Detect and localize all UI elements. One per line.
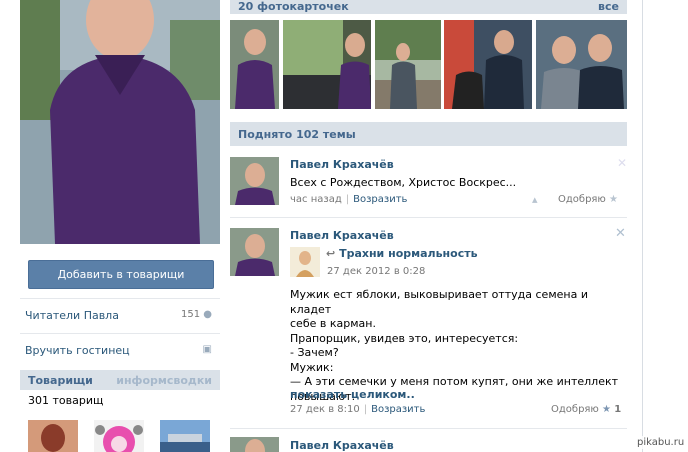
friend-thumb-1[interactable] [28,420,78,452]
post-body: Мужик ест яблоки, выковыривает оттуда се… [290,288,620,404]
profile-photo[interactable] [20,0,220,244]
readers-row[interactable]: Читатели Павла 151 ● [20,298,220,333]
post-meta: 27 дек в 8:10 | Возразить [290,404,426,415]
post-line: - Зачем? [290,346,339,359]
post-line: Мужик ест яблоки, выковыривает оттуда се… [290,288,588,316]
scroll-edge [642,0,643,452]
people-icon: ● [203,309,212,320]
post-time[interactable]: час назад [290,194,342,205]
gift-label: Вручить гостинец [25,344,130,357]
post-line: Прапорщик, увидев это, интересуется: [290,331,519,345]
close-icon[interactable]: ✕ [615,226,626,241]
photos-title[interactable]: 20 фотокарточек [238,0,349,13]
post-text: Всех с Рождеством, Христос Воскрес... [290,176,517,189]
post-time[interactable]: 27 дек в 8:10 [290,404,360,415]
post-line: себе в карман. [290,317,376,330]
post-line: Мужик: [290,360,334,374]
post-author[interactable]: Павел Крахачёв [290,158,394,171]
post-author[interactable]: Павел Крахачёв [290,229,394,242]
post-meta: час назад | Возразить [290,194,408,205]
share-icon[interactable]: ▴ [532,193,538,206]
post-author[interactable]: Павел Крахачёв [290,439,394,452]
heart-icon: ★ [609,194,619,205]
photo-thumb-5[interactable] [536,20,627,109]
topics-title[interactable]: Поднято 102 темы [238,128,356,141]
heart-icon: ★ [602,404,612,415]
post-avatar[interactable] [230,228,279,276]
like-button[interactable]: Одобряю ★ [558,194,618,205]
gift-icon: ▣ [202,344,212,355]
photo-thumb-4[interactable] [444,20,532,109]
photo-thumb-2[interactable] [283,20,371,109]
repost-date[interactable]: 27 дек 2012 в 0:28 [327,266,425,277]
reply-link[interactable]: Возразить [371,404,425,415]
photo-thumb-3[interactable] [375,20,441,109]
show-more-link[interactable]: показать целиком.. [290,388,415,401]
photo-thumb-1[interactable] [230,20,279,109]
friends-news-link[interactable]: информсводки [116,374,212,387]
friend-thumb-3[interactable] [160,420,210,452]
readers-count: 151 ● [180,309,212,320]
photos-header[interactable]: 20 фотокарточек все [230,0,627,14]
like-button[interactable]: Одобряю ★ 1 [551,404,621,415]
photos-all-link[interactable]: все [598,0,619,13]
repost-group[interactable]: ↩ Трахни нормальность [326,247,478,260]
reply-link[interactable]: Возразить [353,194,407,205]
watermark: pikabu.ru [634,436,688,449]
add-friend-button[interactable]: Добавить в товарищи [28,260,214,289]
readers-label: Читатели Павла [25,309,119,322]
friends-header[interactable]: Товарищи информсводки [20,370,220,390]
post-divider [230,428,627,429]
post-divider [230,217,627,218]
topics-header[interactable]: Поднято 102 темы [230,122,627,146]
post-avatar[interactable] [230,437,279,452]
friend-thumb-2[interactable] [94,420,144,452]
repost-icon: ↩ [326,247,336,260]
gift-row[interactable]: Вручить гостинец ▣ [20,333,220,368]
post-avatar[interactable] [230,157,279,205]
group-avatar[interactable] [290,247,320,277]
close-icon[interactable]: ✕ [617,156,627,170]
friends-title[interactable]: Товарищи [28,374,93,387]
friends-count[interactable]: 301 товарищ [28,394,103,407]
